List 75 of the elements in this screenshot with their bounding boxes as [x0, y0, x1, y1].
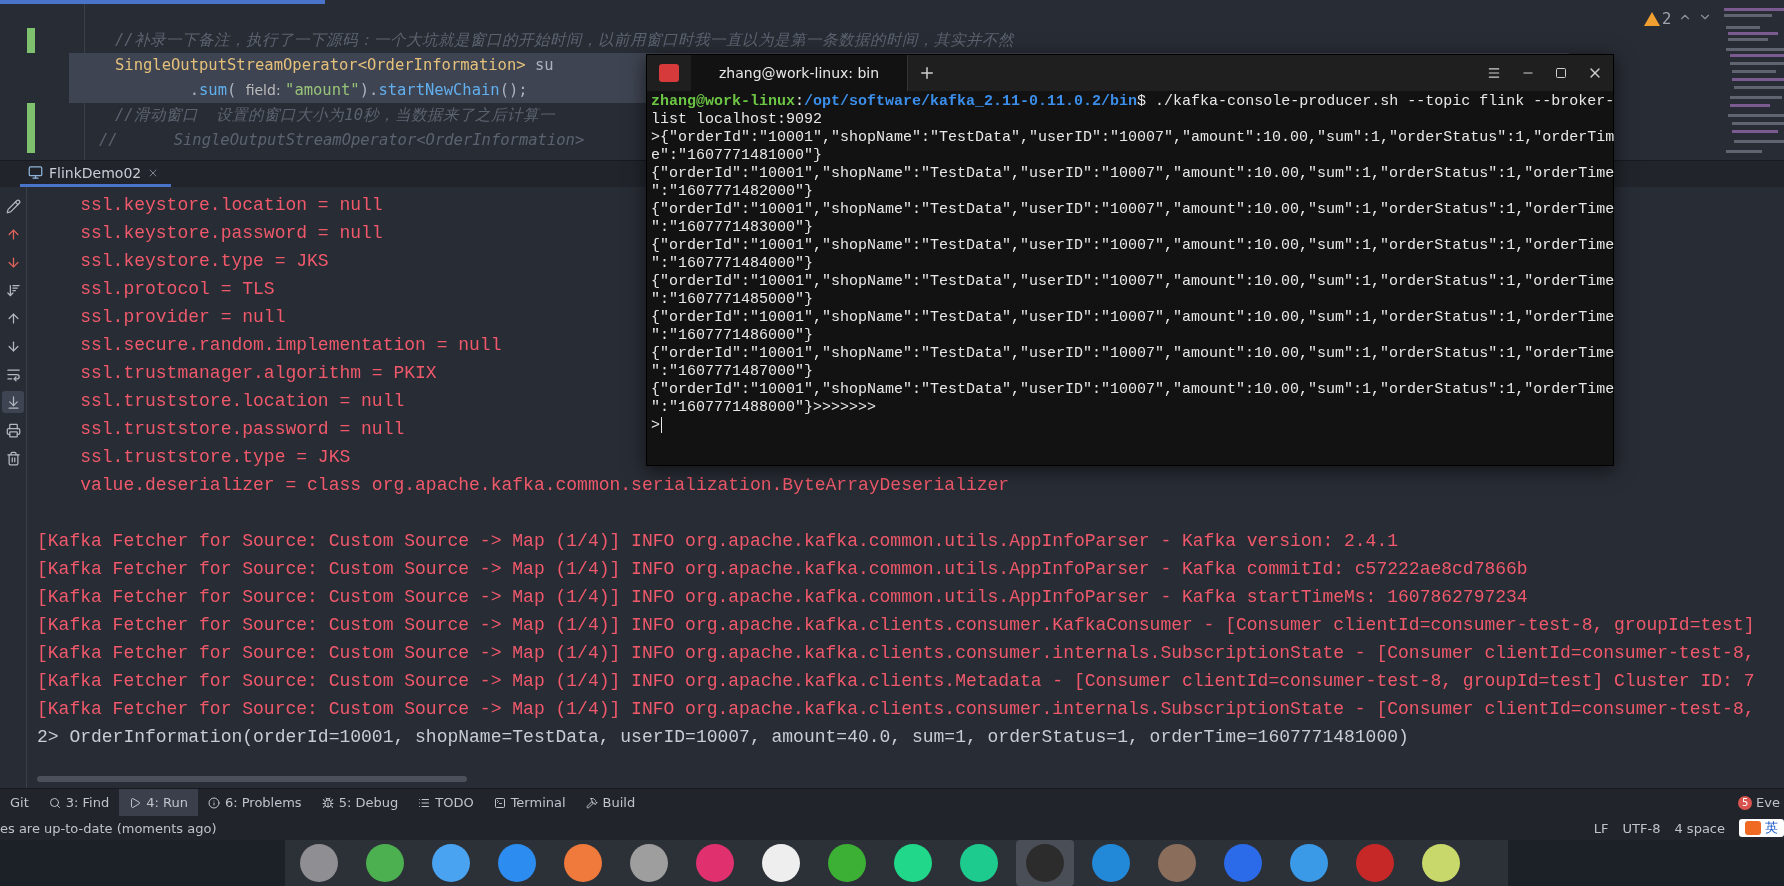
output-line: 2> OrderInformation(orderId=10001, shopName=TestData, userID=10007, amount=40.0, sum=1, orderStatus=1, orderTime=1607771481000): [37, 726, 1409, 749]
log-line: ssl.provider = null: [79, 306, 286, 329]
terminal-line: ":"1607771486000"}: [651, 327, 814, 345]
log-line: ssl.trustmanager.algorithm = PKIX: [79, 362, 437, 385]
status-item[interactable]: UTF-8: [1622, 820, 1661, 836]
monitor-icon: [28, 165, 43, 180]
log-line: value.deserializer = class org.apache.kafka.common.serialization.ByteArrayDeserializer: [79, 474, 1010, 497]
app-icon[interactable]: [366, 844, 404, 882]
log-line: [Kafka Fetcher for Source: Custom Source -> Map (1/4)] INFO org.apache.kafka.clients.Metadata - [Consumer clientId=consumer-test-8, groupId=test] Cluster ID: 7: [37, 670, 1755, 693]
log-line: [Kafka Fetcher for Source: Custom Source -> Map (1/4)] INFO org.apache.kafka.clients.consumer.internals.SubscriptionState - [Consumer clientId=consumer-test-8,: [37, 642, 1755, 665]
run-tab[interactable]: FlinkDemo02: [20, 161, 172, 187]
terminal-line: {"orderId":"10001","shopName":"TestData","userID":"10007","amount":10.00,"sum":1,"orderStatus":1,"orderTime: [651, 165, 1615, 183]
log-line: [Kafka Fetcher for Source: Custom Source -> Map (1/4)] INFO org.apache.kafka.common.utils.AppInfoParser - Kafka commitId: c57222ae8cd7866b: [37, 558, 1528, 581]
code-line: // SingleOutputStreamOperator<OrderInformation>: [98, 130, 585, 151]
log-line: ssl.secure.random.implementation = null: [79, 334, 502, 357]
tool-window-button[interactable]: 3: Find: [38, 789, 120, 816]
event-log-button[interactable]: 5 Eve: [1738, 789, 1784, 816]
terminal-line: >{"orderId":"10001","shopName":"TestData","userID":"10007","amount":10.00,"sum":1,"orderStatus":1,"orderTim: [651, 129, 1615, 147]
app-icon[interactable]: [894, 844, 932, 882]
log-line: [Kafka Fetcher for Source: Custom Source -> Map (1/4)] INFO org.apache.kafka.common.utils.AppInfoParser - Kafka startTimeMs: 1607862797234: [37, 586, 1528, 609]
terminal-line: ":"1607771484000"}: [651, 255, 814, 273]
terminal-line: list localhost:9092: [651, 111, 823, 129]
terminal-line: {"orderId":"10001","shopName":"TestData","userID":"10007","amount":10.00,"sum":1,"orderStatus":1,"orderTime: [651, 381, 1615, 399]
terminal-line: e":"1607771481000"}: [651, 147, 823, 165]
input-method-indicator[interactable]: 英: [1739, 819, 1784, 837]
log-line: [Kafka Fetcher for Source: Custom Source -> Map (1/4)] INFO org.apache.kafka.clients.consumer.internals.SubscriptionState - [Consumer clientId=consumer-test-8,: [37, 698, 1755, 721]
info-icon: [207, 796, 220, 809]
tool-window-button[interactable]: Git: [0, 789, 39, 816]
tool-window-button[interactable]: 6: Problems: [197, 789, 312, 816]
play-icon: [129, 796, 142, 809]
log-line: ssl.truststore.password = null: [79, 418, 405, 441]
tool-window-button[interactable]: 5: Debug: [311, 789, 409, 816]
app-icon[interactable]: [960, 844, 998, 882]
status-item[interactable]: 4 space: [1674, 820, 1725, 836]
log-line: ssl.truststore.location = null: [79, 390, 405, 413]
status-item[interactable]: LF: [1593, 820, 1609, 836]
app-icon[interactable]: [432, 844, 470, 882]
terminal-line: ":"1607771483000"}: [651, 219, 814, 237]
app-icon[interactable]: [630, 844, 668, 882]
status-message: es are up-to-date (moments ago): [0, 820, 217, 836]
horizontal-scrollbar[interactable]: [37, 776, 467, 782]
app-icon[interactable]: [564, 844, 602, 882]
tool-window-button[interactable]: Build: [575, 789, 646, 816]
terminal-tab[interactable]: zhang@work-linux: bin: [691, 55, 909, 91]
terminal-line: ":"1607771485000"}: [651, 291, 814, 309]
terminal-line: ":"1607771488000"}>>>>>>>: [651, 399, 877, 417]
log-line: ssl.protocol = TLS: [79, 278, 275, 301]
terminal-line: {"orderId":"10001","shopName":"TestData","userID":"10007","amount":10.00,"sum":1,"orderStatus":1,"orderTime: [651, 237, 1615, 255]
app-icon[interactable]: [828, 844, 866, 882]
log-line: [Kafka Fetcher for Source: Custom Source -> Map (1/4)] INFO org.apache.kafka.common.utils.AppInfoParser - Kafka version: 2.4.1: [37, 530, 1399, 553]
app-icon[interactable]: [1422, 844, 1460, 882]
tool-window-button[interactable]: 4: Run: [119, 789, 198, 816]
terminal-line: {"orderId":"10001","shopName":"TestData","userID":"10007","amount":10.00,"sum":1,"orderStatus":1,"orderTime: [651, 345, 1615, 363]
log-line: [Kafka Fetcher for Source: Custom Source -> Map (1/4)] INFO org.apache.kafka.clients.consumer.KafkaConsumer - [Consumer clientId=consumer-test-8, groupId=test]: [37, 614, 1755, 637]
scroll-to-end-icon[interactable]: [2, 391, 24, 413]
terminal-logo-icon: [659, 64, 679, 82]
log-line: ssl.keystore.password = null: [79, 222, 383, 245]
log-line: ssl.keystore.location = null: [79, 194, 383, 217]
terminal-line: ":"1607771482000"}: [651, 183, 814, 201]
terminal-line: >: [651, 417, 662, 435]
tool-window-button[interactable]: TODO: [408, 789, 484, 816]
app-icon[interactable]: [762, 844, 800, 882]
tool-window-button[interactable]: Terminal: [483, 789, 576, 816]
list-icon: [418, 796, 431, 809]
bug-icon: [321, 796, 334, 809]
warning-count[interactable]: 2: [1644, 10, 1672, 28]
terminal-line: {"orderId":"10001","shopName":"TestData","userID":"10007","amount":10.00,"sum":1,"orderStatus":1,"orderTime: [651, 309, 1615, 327]
hammer-icon: [585, 796, 598, 809]
search-icon: [48, 796, 61, 809]
log-line: ssl.keystore.type = JKS: [79, 250, 329, 273]
terminal-line: {"orderId":"10001","shopName":"TestData","userID":"10007","amount":10.00,"sum":1,"orderStatus":1,"orderTime: [651, 201, 1615, 219]
log-line: ssl.truststore.type = JKS: [79, 446, 351, 469]
terminal-line: ":"1607771487000"}: [651, 363, 814, 381]
terminal-icon: [493, 796, 506, 809]
terminal-line: {"orderId":"10001","shopName":"TestData","userID":"10007","amount":10.00,"sum":1,"orderStatus":1,"orderTime: [651, 273, 1615, 291]
